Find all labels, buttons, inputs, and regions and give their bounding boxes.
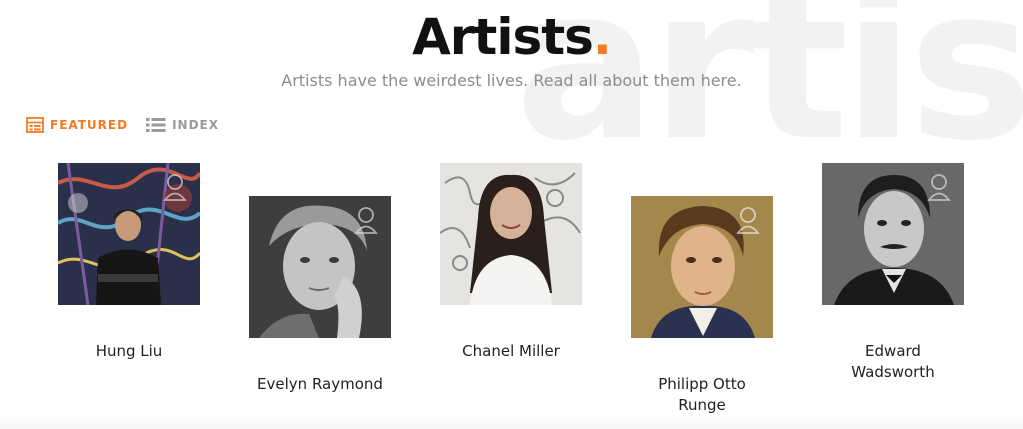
- artist-name[interactable]: Evelyn Raymond: [240, 374, 400, 395]
- tab-featured[interactable]: FEATURED: [26, 117, 128, 133]
- artist-card-philipp-otto-runge[interactable]: Philipp Otto Runge: [622, 196, 782, 416]
- artist-badge-icon: [163, 174, 187, 201]
- bottom-shadow: [0, 415, 1023, 429]
- artist-badge-icon: [736, 207, 760, 234]
- artist-card-hung-liu[interactable]: Hung Liu: [49, 163, 209, 362]
- artist-badge-icon: [354, 207, 378, 234]
- artist-name[interactable]: Chanel Miller: [431, 341, 591, 362]
- artist-portrait[interactable]: [631, 196, 773, 338]
- artist-portrait[interactable]: [822, 163, 964, 305]
- artist-portrait[interactable]: [440, 163, 582, 305]
- artist-name[interactable]: Edward Wadsworth: [843, 341, 943, 383]
- list-icon: [146, 118, 166, 132]
- featured-grid-icon: [26, 117, 44, 133]
- tab-featured-label: FEATURED: [50, 118, 129, 132]
- tab-index[interactable]: INDEX: [146, 117, 219, 133]
- view-tabs: FEATURED INDEX: [26, 117, 219, 133]
- page-title: Artists.: [412, 8, 612, 66]
- artist-name[interactable]: Hung Liu: [49, 341, 209, 362]
- artist-name[interactable]: Philipp Otto Runge: [647, 374, 757, 416]
- page-subtitle: Artists have the weirdest lives. Read al…: [281, 71, 742, 90]
- tab-index-label: INDEX: [172, 118, 219, 132]
- artist-portrait[interactable]: [58, 163, 200, 305]
- artist-card-evelyn-raymond[interactable]: Evelyn Raymond: [240, 196, 400, 395]
- artist-card-edward-wadsworth[interactable]: Edward Wadsworth: [813, 163, 973, 383]
- title-dot: .: [592, 8, 612, 66]
- artist-badge-icon: [927, 174, 951, 201]
- artist-card-chanel-miller[interactable]: Chanel Miller: [431, 163, 591, 362]
- artist-portrait[interactable]: [249, 196, 391, 338]
